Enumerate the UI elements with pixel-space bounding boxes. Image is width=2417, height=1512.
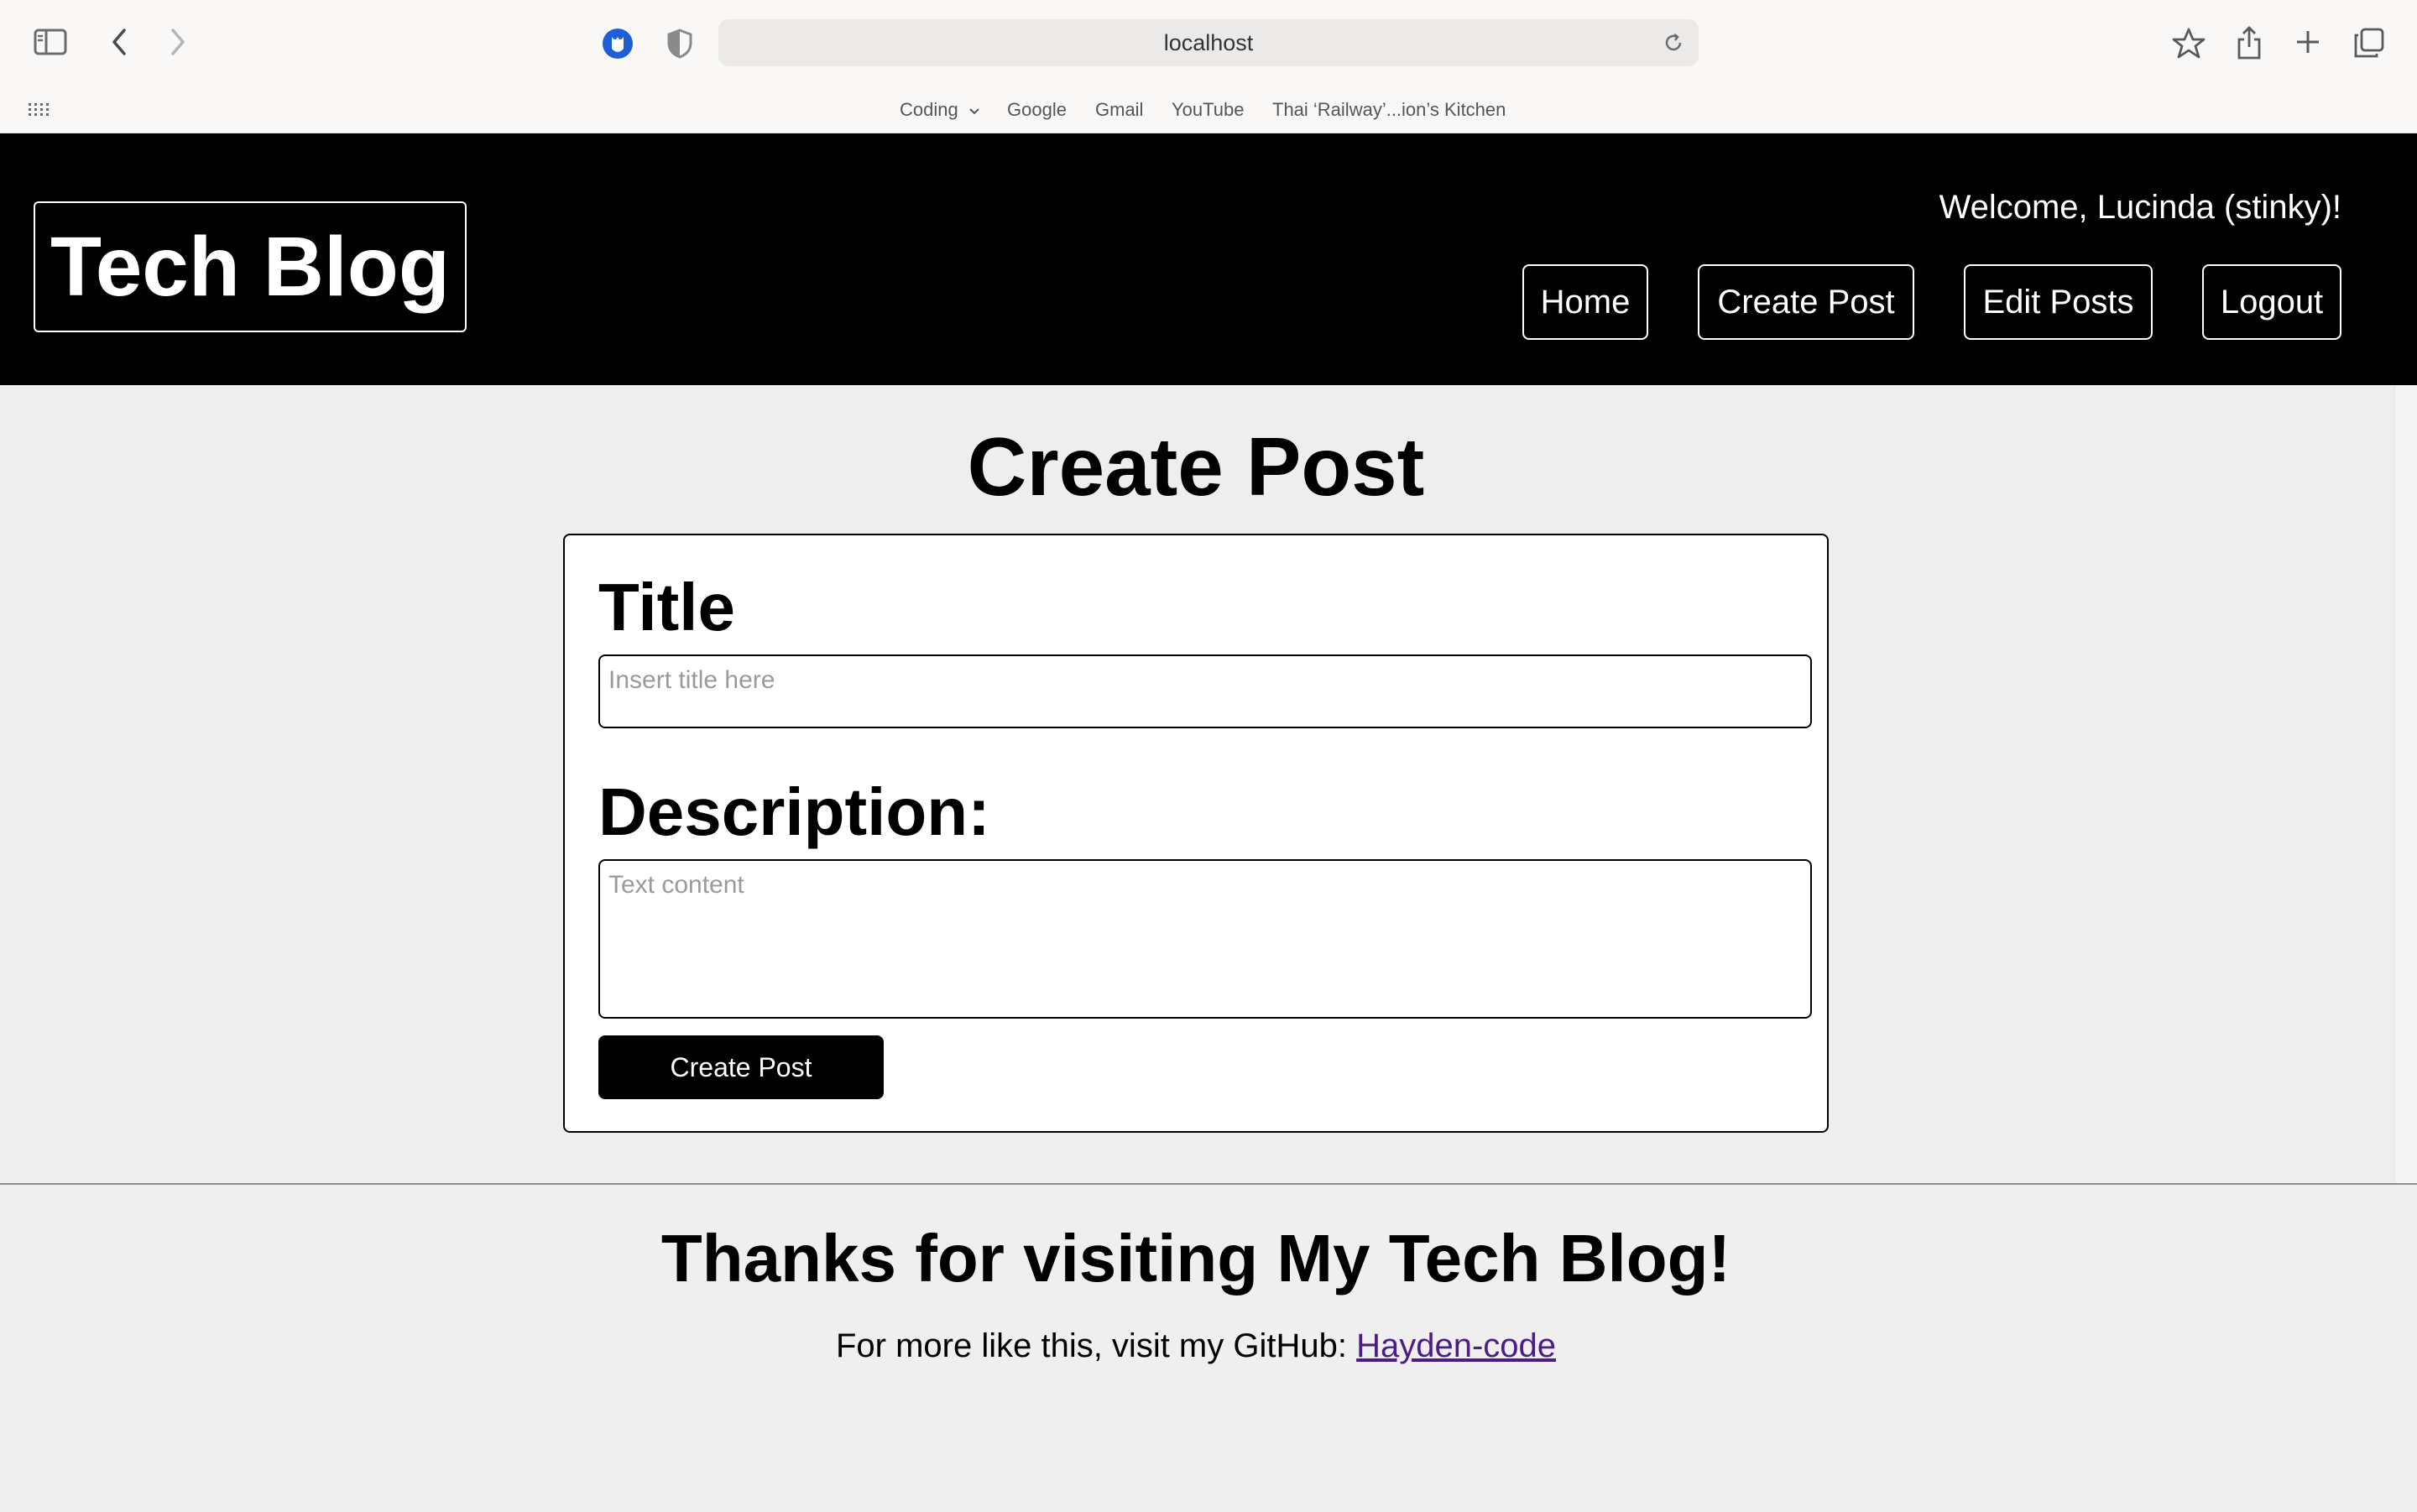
extension-icon[interactable] [599, 25, 636, 62]
new-tab-icon[interactable] [2291, 25, 2325, 59]
bookmark-label: Coding [900, 99, 958, 120]
site-footer: Thanks for visiting My Tech Blog! For mo… [0, 1183, 2417, 1512]
github-link[interactable]: Hayden-code [1356, 1327, 1556, 1364]
nav-create-post-button[interactable]: Create Post [1698, 264, 1914, 340]
description-input[interactable] [598, 859, 1812, 1019]
footer-heading: Thanks for visiting My Tech Blog! [660, 1221, 1731, 1296]
bookmark-star-icon[interactable] [2170, 25, 2207, 62]
site-logo[interactable]: Tech Blog [34, 201, 467, 332]
reload-icon[interactable] [1660, 29, 1687, 56]
apps-grid-icon[interactable] [27, 99, 50, 121]
footer-text: For more like this, visit my GitHub: [835, 1327, 1357, 1364]
share-icon[interactable] [2232, 23, 2266, 62]
title-input[interactable] [598, 654, 1812, 728]
browser-toolbar: localhost [0, 0, 2417, 87]
url-text[interactable]: localhost [718, 19, 1699, 66]
footer-text-line: For more like this, visit my GitHub: Hay… [0, 1327, 2392, 1365]
bookmark-google[interactable]: Google [1007, 87, 1067, 133]
description-label: Description: [598, 774, 990, 849]
title-label: Title [598, 570, 736, 644]
shield-icon[interactable] [663, 25, 697, 62]
bookmark-gmail[interactable]: Gmail [1095, 87, 1143, 133]
chevron-down-icon [968, 87, 980, 133]
bookmark-thai-railway[interactable]: Thai ‘Railway’...ion’s Kitchen [1272, 87, 1506, 133]
forward-icon[interactable] [161, 25, 195, 59]
back-icon[interactable] [102, 25, 136, 59]
address-bar[interactable]: localhost [718, 19, 1699, 66]
nav-logout-button[interactable]: Logout [2202, 264, 2341, 340]
site-header: Tech Blog Welcome, Lucinda (stinky)! Hom… [0, 133, 2417, 385]
page-scrollbar[interactable] [2394, 386, 2417, 1183]
create-post-submit-button[interactable]: Create Post [598, 1035, 884, 1099]
tab-overview-icon[interactable] [2352, 25, 2387, 60]
nav-home-button[interactable]: Home [1522, 264, 1648, 340]
create-post-form: Title Description: Create Post [563, 534, 1829, 1133]
sidebar-icon[interactable] [32, 25, 69, 59]
bookmark-coding[interactable]: Coding [900, 87, 980, 133]
welcome-message: Welcome, Lucinda (stinky)! [1939, 189, 2341, 226]
bookmarks-bar: Coding Google Gmail YouTube Thai ‘Railwa… [0, 87, 2417, 133]
page-title: Create Post [967, 420, 1425, 513]
nav-edit-posts-button[interactable]: Edit Posts [1964, 264, 2153, 340]
bookmark-youtube[interactable]: YouTube [1172, 87, 1244, 133]
